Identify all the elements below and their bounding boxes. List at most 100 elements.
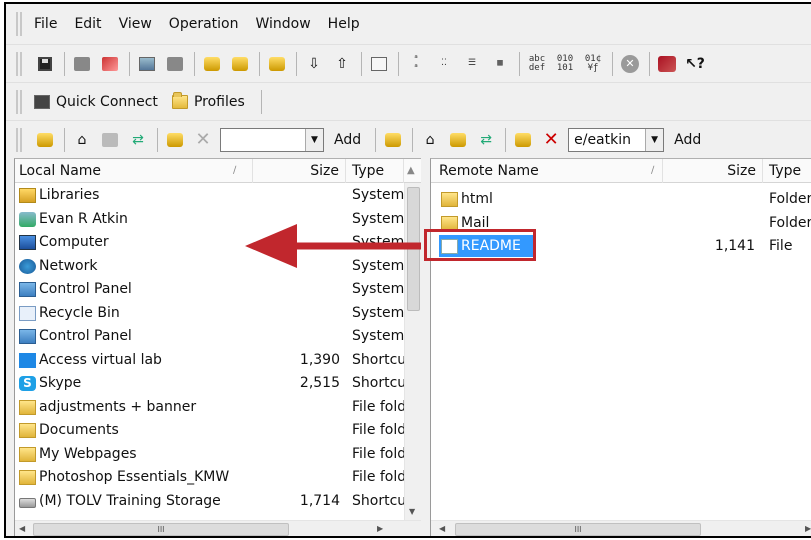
scroll-up-arrow-icon[interactable]: ▲ (407, 159, 415, 183)
toolbar-grip[interactable] (16, 12, 22, 36)
table-row[interactable]: Documents File folder (15, 419, 421, 443)
toolbar-grip[interactable] (16, 128, 22, 152)
file-type: File folder (352, 445, 404, 462)
navigation-toolbar: ⌂ ⇄ ✕ ▼ Add ⌂ ⇄ ✕ e/eatkin ▼ Add (6, 120, 811, 158)
main-toolbar: ⇩ ⇧ ᵃᵃ ⁚⁚ ☰ ▦ abc def 010 101 01¢ ¥ƒ ✕ ↖? (6, 44, 811, 82)
local-parent-folder-icon[interactable] (34, 129, 56, 151)
file-type: Folder (769, 191, 811, 207)
local-path-combo[interactable]: ▼ (220, 127, 324, 152)
remote-new-folder-icon[interactable] (512, 129, 534, 151)
toolbar-grip[interactable] (16, 52, 22, 76)
quick-connect-button[interactable]: Quick Connect (34, 94, 158, 110)
table-row[interactable]: Control Panel System (15, 278, 421, 302)
disconnect-icon[interactable] (99, 53, 121, 75)
remote-name-column-header[interactable]: Remote Name (431, 159, 663, 183)
book-icon[interactable] (656, 53, 678, 75)
binary-icon[interactable]: 010 101 (554, 53, 576, 75)
scroll-left-arrow-icon[interactable]: ◀ (19, 524, 25, 533)
copy-icon[interactable] (136, 53, 158, 75)
local-new-folder-icon[interactable] (164, 129, 186, 151)
remote-home-icon[interactable]: ⌂ (419, 129, 441, 151)
file-name: Skype (39, 375, 82, 391)
find-icon[interactable] (229, 53, 251, 75)
scroll-left-arrow-icon[interactable]: ◀ (439, 524, 445, 533)
gear-icon[interactable] (266, 53, 288, 75)
remote-delete-icon[interactable]: ✕ (540, 129, 562, 151)
local-size-column-header[interactable]: Size (253, 159, 346, 183)
menu-help[interactable]: Help (328, 16, 360, 32)
menu-operation[interactable]: Operation (169, 16, 239, 32)
remote-type-column-header[interactable]: Type (763, 159, 811, 183)
scroll-right-arrow-icon[interactable]: ▶ (805, 524, 811, 533)
toolbar-grip[interactable] (16, 90, 22, 114)
scroll-down-arrow-icon[interactable]: ▼ (409, 507, 415, 516)
download-icon[interactable]: ⇩ (303, 53, 325, 75)
local-horizontal-scrollbar[interactable]: ◀ III ▶ (15, 520, 421, 536)
paste-icon[interactable] (164, 53, 186, 75)
local-delete-icon[interactable]: ✕ (192, 129, 214, 151)
file-name: Documents (39, 422, 119, 438)
folder-icon (19, 423, 36, 438)
list-icon[interactable]: ☰ (461, 53, 483, 75)
local-type-column-header[interactable]: Type (346, 159, 404, 183)
local-refresh-icon[interactable]: ⇄ (127, 129, 149, 151)
detail-icon[interactable]: ▦ (489, 53, 511, 75)
local-name-column-header[interactable]: Local Name (15, 159, 253, 183)
search-icon[interactable] (201, 53, 223, 75)
table-row[interactable]: (M) TOLV Training Storage 1,714 Shortcut (15, 490, 421, 514)
remote-path-combo[interactable]: e/eatkin ▼ (568, 127, 665, 152)
profiles-button[interactable]: Profiles (171, 91, 245, 110)
sort-icon[interactable]: ᵃᵃ (405, 53, 427, 75)
scroll-right-arrow-icon[interactable]: ▶ (377, 524, 383, 533)
stop-icon[interactable]: ✕ (619, 53, 641, 75)
table-row[interactable]: adjustments + banner File folder (15, 396, 421, 420)
recycle-bin-icon (19, 305, 36, 321)
help-icon[interactable]: ↖? (684, 53, 706, 75)
quick-connect-label: Quick Connect (56, 93, 158, 110)
menu-edit[interactable]: Edit (74, 16, 101, 32)
scroll-thumb[interactable]: III (33, 523, 289, 536)
remote-size-column-header[interactable]: Size (663, 159, 763, 183)
table-row[interactable]: Photoshop Essentials_KMW File folder (15, 466, 421, 490)
remote-horizontal-scrollbar[interactable]: ◀ III ▶ (431, 520, 811, 536)
file-type: Shortcut (352, 375, 404, 391)
small-icons-icon[interactable]: ⁚⁚ (433, 53, 455, 75)
file-name: My Webpages (39, 445, 137, 462)
remote-file-pane: Remote Name ∕ Size Type html Folder Mail Fo… (430, 158, 811, 536)
remote-parent-folder-icon[interactable] (382, 129, 404, 151)
table-row[interactable]: Recycle Bin System (15, 302, 421, 326)
table-row[interactable]: SSkype 2,515 Shortcut (15, 372, 421, 396)
menu-view[interactable]: View (119, 16, 152, 32)
connect-icon[interactable] (71, 53, 93, 75)
table-row[interactable]: Access virtual lab 1,390 Shortcut (15, 349, 421, 373)
local-home-icon[interactable]: ⌂ (71, 129, 93, 151)
file-type: Shortcut (352, 351, 404, 368)
ascii-icon[interactable]: abc def (526, 53, 548, 75)
remote-up-folder-icon[interactable] (447, 129, 469, 151)
file-size: 1,714 (299, 492, 340, 509)
scroll-thumb[interactable]: III (455, 523, 701, 536)
chevron-down-icon[interactable]: ▼ (645, 128, 664, 151)
quick-connect-icon (34, 94, 50, 109)
file-name: Recycle Bin (39, 304, 120, 321)
file-name: html (461, 191, 493, 207)
chevron-down-icon[interactable]: ▼ (305, 128, 323, 151)
local-up-folder-icon[interactable] (99, 129, 121, 151)
table-row[interactable]: html Folder (431, 188, 811, 212)
table-row[interactable]: My Webpages File folder (15, 443, 421, 467)
file-name: Access virtual lab (39, 351, 162, 368)
remote-add-button[interactable]: Add (674, 132, 701, 148)
view-icon[interactable] (368, 53, 390, 75)
drive-icon (19, 497, 36, 508)
menu-window[interactable]: Window (255, 16, 310, 32)
local-add-button[interactable]: Add (334, 132, 361, 148)
remote-refresh-icon[interactable]: ⇄ (475, 129, 497, 151)
table-row[interactable]: Control Panel System (15, 325, 421, 349)
save-icon[interactable] (34, 53, 56, 75)
folder-icon (19, 399, 36, 415)
upload-icon[interactable]: ⇧ (331, 53, 353, 75)
table-row[interactable]: Libraries System (15, 184, 421, 208)
menu-file[interactable]: File (34, 16, 57, 32)
auto-icon[interactable]: 01¢ ¥ƒ (582, 53, 604, 75)
file-name: Network (39, 257, 98, 274)
